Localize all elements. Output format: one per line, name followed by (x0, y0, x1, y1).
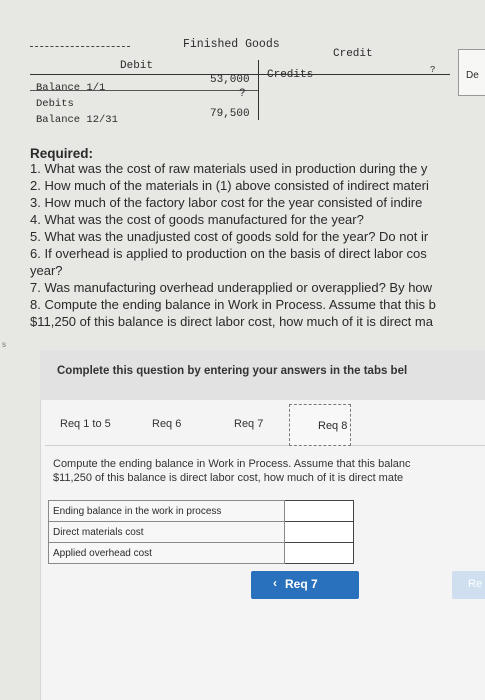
instruction-line: $11,250 of this balance is direct labor … (53, 471, 404, 484)
required-line: 1. What was the cost of raw materials us… (30, 161, 428, 176)
required-line: year? (30, 263, 63, 278)
table-row: Applied overhead cost (48, 542, 354, 564)
table-row: Ending balance in the work in process (48, 500, 354, 522)
previous-req-label: Req 7 (285, 577, 318, 591)
tab-instructions: Compute the ending balance in Work in Pr… (53, 458, 485, 485)
row-label-debits: Debits (36, 98, 74, 110)
row-label-balance-open: Balance 1/1 (36, 82, 106, 94)
instruction-line: Compute the ending balance in Work in Pr… (53, 458, 411, 470)
previous-req-button[interactable]: ‹ Req 7 (251, 571, 359, 599)
value-balance-close: 79,500 (210, 108, 250, 120)
credit-header: Credit (333, 48, 373, 60)
tab-req-6[interactable]: Req 6 (152, 418, 181, 430)
required-line: 7. Was manufacturing overhead underappli… (30, 280, 433, 295)
tab-req-7[interactable]: Req 7 (234, 418, 263, 430)
required-line: $11,250 of this balance is direct labor … (30, 314, 433, 329)
side-column-label: De (466, 70, 479, 81)
required-line: 4. What was the cost of goods manufactur… (30, 212, 364, 227)
value-balance-open: 53,000 (210, 74, 250, 86)
required-line: 8. Compute the ending balance in Work in… (30, 297, 436, 312)
answer-table: Ending balance in the work in process Di… (48, 500, 354, 564)
row-label: Applied overhead cost (48, 542, 285, 564)
row-label: Direct materials cost (48, 521, 285, 543)
credits-label: Credits (267, 69, 314, 81)
required-heading: Required: (30, 146, 94, 161)
banner-text: Complete this question by entering your … (57, 365, 408, 377)
row-label: Ending balance in the work in process (48, 500, 285, 522)
applied-overhead-input[interactable] (284, 542, 354, 564)
table-row: Direct materials cost (48, 521, 354, 543)
required-line: 6. If overhead is applied to production … (30, 246, 427, 261)
t-account-vertical-line (258, 60, 259, 120)
chevron-left-icon: ‹ (273, 576, 277, 590)
margin-mark: s (2, 340, 6, 349)
tab-req-8-label: Req 8 (318, 420, 348, 432)
t-account-top-dash (30, 46, 130, 47)
direct-materials-input[interactable] (284, 521, 354, 543)
row-label-balance-close: Balance 12/31 (36, 114, 118, 126)
ending-balance-input[interactable] (284, 500, 354, 522)
value-debits: ? (239, 88, 246, 100)
next-req-label: Re (468, 578, 483, 590)
required-line: 2. How much of the materials in (1) abov… (30, 178, 429, 193)
debit-header: Debit (120, 60, 154, 72)
tab-req-8[interactable]: Req 8 (289, 404, 351, 446)
next-req-button[interactable]: Re (452, 571, 485, 599)
tab-req-1-to-5[interactable]: Req 1 to 5 (60, 418, 111, 430)
t-account-title: Finished Goods (183, 38, 280, 51)
tabs-divider (45, 445, 485, 446)
required-line: 3. How much of the factory labor cost fo… (30, 195, 423, 210)
required-list: 1. What was the cost of raw materials us… (30, 160, 485, 330)
required-line: 5. What was the unadjusted cost of goods… (30, 229, 429, 244)
